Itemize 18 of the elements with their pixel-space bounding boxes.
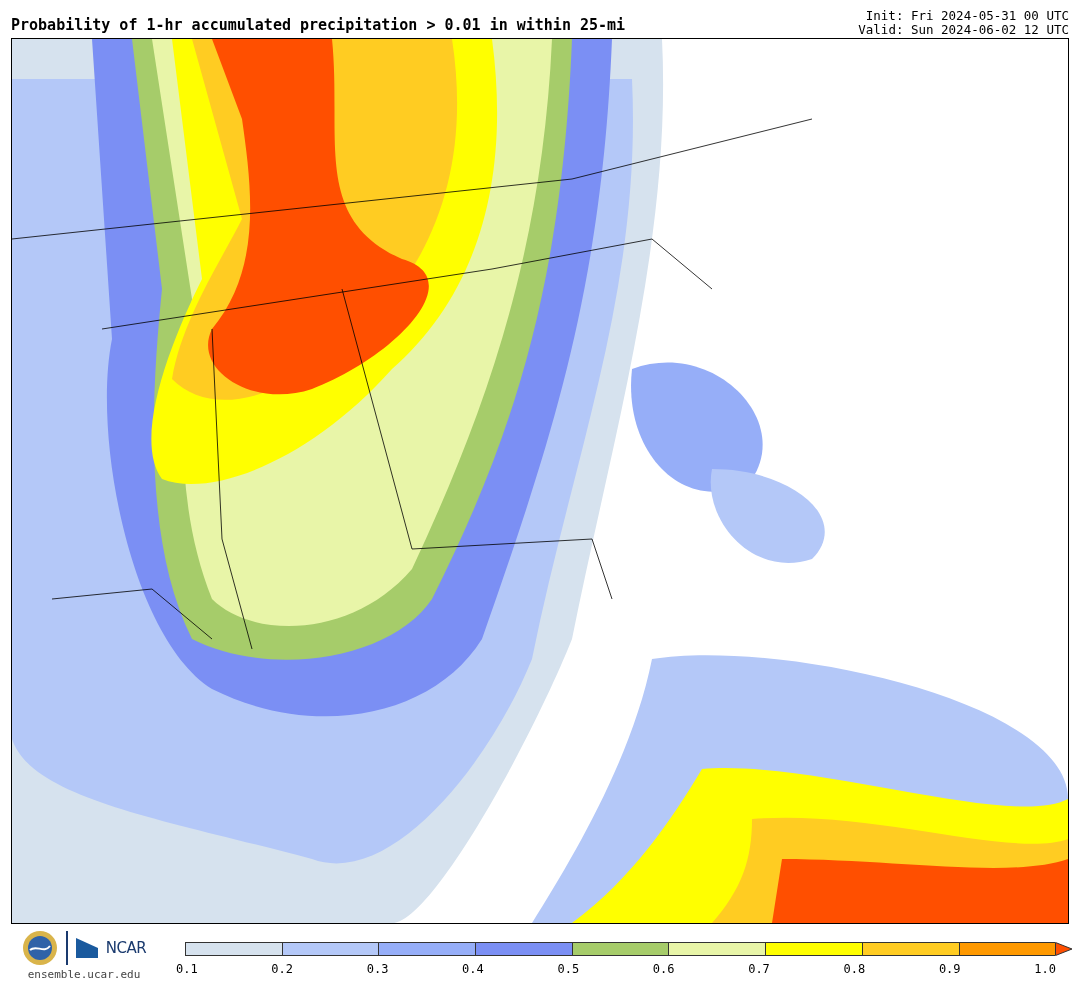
chart-title: Probability of 1-hr accumulated precipitation > 0.01 in within 25-mi xyxy=(11,16,626,36)
tick-label: 1.0 xyxy=(1034,962,1056,976)
tick-label: 0.2 xyxy=(271,962,294,976)
tick-label: 0.6 xyxy=(652,962,675,976)
tick-label: 0.5 xyxy=(557,962,580,976)
tick-label: 0.1 xyxy=(176,962,198,976)
site-url: ensemble.ucar.edu xyxy=(27,968,141,981)
tick-label: 0.9 xyxy=(938,962,961,976)
tick-label: 0.8 xyxy=(843,962,866,976)
tick-label: 0.3 xyxy=(366,962,389,976)
tick-label: 0.4 xyxy=(462,962,484,976)
logo-text: NCAR xyxy=(105,939,147,957)
tick-label: 0.7 xyxy=(748,962,770,976)
sail-logo-icon xyxy=(75,938,98,958)
globe-emblem-icon xyxy=(21,930,58,966)
divider-icon xyxy=(65,931,68,965)
init-time: Init: Fri 2024-05-31 00 UTC xyxy=(865,9,1069,23)
valid-time: Valid: Sun 2024-06-02 12 UTC xyxy=(858,23,1069,37)
